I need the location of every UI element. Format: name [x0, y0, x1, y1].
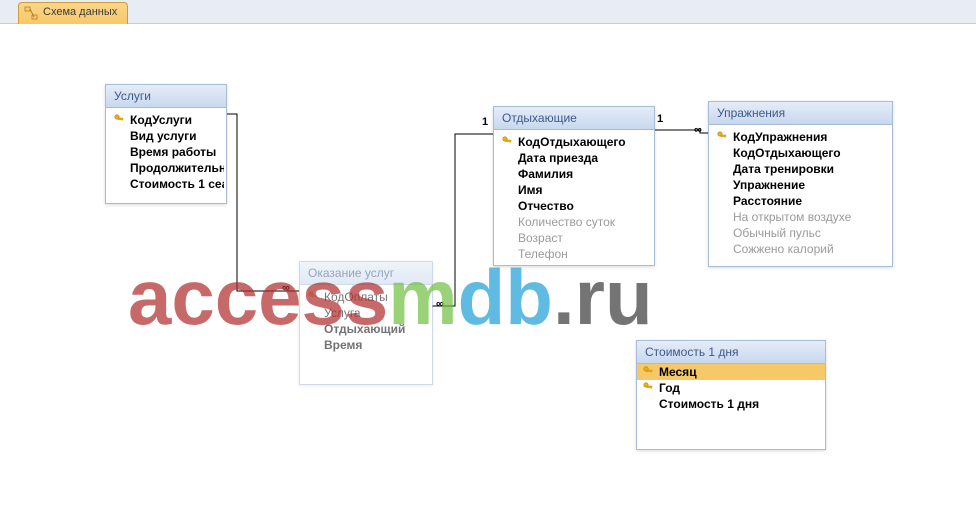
field-row[interactable]: Обычный пульс	[711, 225, 890, 241]
field-label: КодОтдыхающего	[733, 146, 841, 160]
table-header[interactable]: Отдыхающие	[494, 107, 654, 130]
field-label: Вид услуги	[130, 129, 197, 143]
field-label: Количество суток	[518, 215, 615, 229]
field-label: Расстояние	[733, 194, 802, 208]
field-row[interactable]: Расстояние	[711, 193, 890, 209]
rel-one-label: 1	[657, 113, 663, 125]
field-row[interactable]: Сожжено калорий	[711, 241, 890, 257]
field-label: Сожжено калорий	[733, 242, 834, 256]
tab-schema[interactable]: Схема данных	[18, 2, 128, 24]
field-row[interactable]: На открытом воздухе	[711, 209, 890, 225]
field-row[interactable]: Год	[637, 380, 825, 396]
table-stoim[interactable]: Стоимость 1 дня Месяц Год Стоимость 1 дн…	[636, 340, 826, 450]
table-body: КодОплаты Услуга Отдыхающий Время	[300, 285, 432, 357]
field-row[interactable]: Телефон	[496, 246, 652, 262]
field-row[interactable]: Стоимость 1 дня	[637, 396, 825, 412]
field-label: КодУслуги	[130, 113, 192, 127]
field-row[interactable]: Имя	[496, 182, 652, 198]
primary-key-icon	[114, 114, 124, 124]
field-label: Месяц	[659, 365, 697, 379]
field-row[interactable]: КодОтдыхающего	[711, 145, 890, 161]
rel-infinity-label: ∞	[282, 282, 290, 294]
field-row[interactable]: КодОтдыхающего	[496, 134, 652, 150]
table-body: КодУслуги Вид услуги Время работы Продол…	[106, 108, 226, 196]
field-label: Время работы	[130, 145, 216, 159]
table-uslugi[interactable]: Услуги КодУслуги Вид услуги Время работы…	[105, 84, 227, 204]
table-otdyh[interactable]: Отдыхающие КодОтдыхающего Дата приезда Ф…	[493, 106, 655, 266]
field-row[interactable]: Отчество	[496, 198, 652, 214]
field-label: Имя	[518, 183, 543, 197]
table-header[interactable]: Оказание услуг	[300, 262, 432, 285]
field-row[interactable]: КодОплаты	[302, 289, 430, 305]
primary-key-icon	[643, 366, 653, 376]
field-label: Телефон	[518, 247, 568, 261]
field-row[interactable]: Время работы	[108, 144, 224, 160]
rel-one-label: 1	[482, 116, 488, 128]
field-row[interactable]: Дата тренировки	[711, 161, 890, 177]
table-uprazh[interactable]: Упражнения КодУпражнения КодОтдыхающего …	[708, 101, 893, 267]
table-header[interactable]: Стоимость 1 дня	[637, 341, 825, 364]
field-row[interactable]: Дата приезда	[496, 150, 652, 166]
primary-key-icon	[502, 136, 512, 146]
field-row[interactable]: Возраст	[496, 230, 652, 246]
tab-title: Схема данных	[43, 6, 117, 18]
field-row[interactable]: КодУпражнения	[711, 129, 890, 145]
table-body: КодУпражнения КодОтдыхающего Дата тренир…	[709, 125, 892, 261]
field-label: Дата тренировки	[733, 162, 834, 176]
primary-key-icon	[308, 291, 318, 301]
table-body: КодОтдыхающего Дата приезда Фамилия Имя …	[494, 130, 654, 266]
field-label: Время	[324, 338, 362, 352]
field-label: Дата приезда	[518, 151, 598, 165]
table-header[interactable]: Услуги	[106, 85, 226, 108]
field-row[interactable]: Время	[302, 337, 430, 353]
field-label: На открытом воздухе	[733, 210, 851, 224]
field-label: КодОплаты	[324, 290, 388, 304]
table-body: Месяц Год Стоимость 1 дня	[637, 364, 825, 416]
field-row[interactable]: Продолжительнос	[108, 160, 224, 176]
field-label: Стоимость 1 дня	[659, 397, 759, 411]
rel-infinity-label: ∞	[436, 298, 444, 310]
field-row[interactable]: Фамилия	[496, 166, 652, 182]
table-okazanie[interactable]: Оказание услуг КодОплаты Услуга Отдыхающ…	[299, 261, 433, 385]
primary-key-icon	[643, 382, 653, 392]
field-row[interactable]: Количество суток	[496, 214, 652, 230]
field-row[interactable]: Услуга	[302, 305, 430, 321]
field-label: Обычный пульс	[733, 226, 821, 240]
field-label: Отдыхающий	[324, 322, 405, 336]
tab-bar: Схема данных	[0, 0, 976, 24]
field-label: Продолжительнос	[130, 161, 224, 175]
relationships-canvas[interactable]: 1 ∞ 1 ∞ 1 ∞ Услуги КодУслуги Вид услуги …	[0, 24, 976, 527]
field-row[interactable]: Отдыхающий	[302, 321, 430, 337]
field-label: Год	[659, 381, 680, 395]
relationships-icon	[24, 6, 38, 20]
field-label: Услуга	[324, 306, 361, 320]
field-row[interactable]: Упражнение	[711, 177, 890, 193]
field-row-selected[interactable]: Месяц	[637, 364, 825, 380]
field-label: КодОтдыхающего	[518, 135, 626, 149]
table-header[interactable]: Упражнения	[709, 102, 892, 125]
primary-key-icon	[717, 131, 727, 141]
field-label: Отчество	[518, 199, 574, 213]
field-label: Возраст	[518, 231, 563, 245]
rel-infinity-label: ∞	[694, 124, 702, 136]
field-label: КодУпражнения	[733, 130, 827, 144]
field-label: Фамилия	[518, 167, 573, 181]
field-label: Стоимость 1 сеанс	[130, 177, 224, 191]
field-label: Упражнение	[733, 178, 805, 192]
field-row[interactable]: Стоимость 1 сеанс	[108, 176, 224, 192]
field-row[interactable]: КодУслуги	[108, 112, 224, 128]
field-row[interactable]: Вид услуги	[108, 128, 224, 144]
